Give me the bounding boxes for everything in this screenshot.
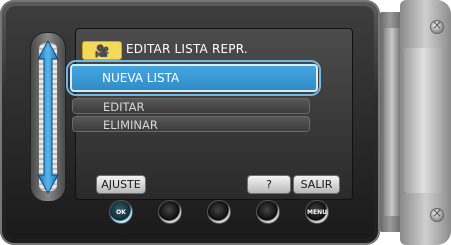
- touch-slider[interactable]: [30, 32, 66, 202]
- slider-arrows-icon: [37, 39, 59, 195]
- help-button[interactable]: ?: [247, 175, 291, 194]
- menu-item-eliminar[interactable]: ELIMINAR: [72, 116, 310, 132]
- salir-button[interactable]: SALIR: [293, 175, 340, 194]
- movie-camera-icon: 🎥: [82, 41, 122, 60]
- round-button-3[interactable]: [207, 200, 231, 224]
- menu-title-row: 🎥 EDITAR LISTA REPR.: [82, 41, 312, 60]
- menu-button[interactable]: MENU: [305, 200, 329, 224]
- ajuste-button[interactable]: AJUSTE: [96, 175, 146, 194]
- screw-icon: [430, 206, 444, 222]
- menu-item-editar[interactable]: EDITAR: [72, 98, 310, 114]
- round-button-4[interactable]: [256, 200, 280, 224]
- menu-title: EDITAR LISTA REPR.: [126, 42, 248, 56]
- menu-item-nueva-lista[interactable]: NUEVA LISTA: [70, 64, 318, 92]
- screw-icon: [430, 18, 444, 34]
- ok-button[interactable]: OK: [109, 200, 133, 224]
- menu-label: MENU: [307, 208, 327, 216]
- ok-label: OK: [116, 208, 126, 216]
- side-panel: [400, 0, 451, 245]
- round-button-2[interactable]: [158, 200, 182, 224]
